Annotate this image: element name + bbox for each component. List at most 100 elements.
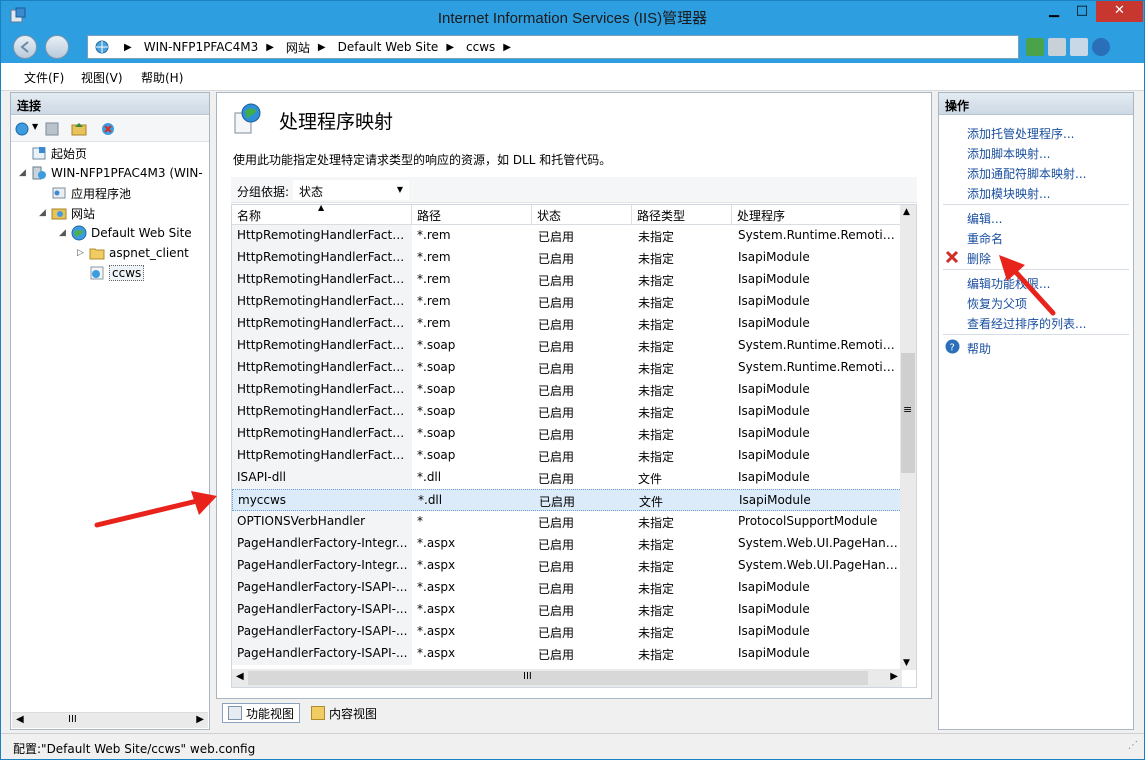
table-row[interactable]: ISAPI-dll *.dll 已启用 文件 IsapiModule — [232, 467, 902, 489]
table-row[interactable]: PageHandlerFactory-Integr... *.aspx 已启用 未指定… — [232, 533, 902, 555]
breadcrumb-item-site[interactable]: Default Web Site ▶ — [338, 40, 462, 54]
tab-content-view[interactable]: 内容视图 — [306, 703, 382, 723]
stop-icon[interactable] — [1048, 38, 1066, 56]
menu-view[interactable]: 视图(V) — [81, 69, 123, 86]
scroll-left-icon[interactable]: ◀ — [236, 671, 244, 682]
action-edit-feature-permissions[interactable]: 编辑功能权限... — [967, 275, 1050, 292]
grid-vscrollbar[interactable]: ▲ ≡ ▼ — [900, 205, 916, 670]
group-by-select[interactable]: 状态 ▼ — [293, 180, 409, 200]
back-button[interactable] — [13, 35, 37, 59]
expand-icon[interactable]: ▷ — [77, 248, 89, 258]
table-row[interactable]: HttpRemotingHandlerFacto... *.rem 已启用 未指定 Is… — [232, 291, 902, 313]
column-header-path[interactable]: 路径 — [412, 205, 532, 225]
tree-item-server[interactable]: ◢ WIN-NFP1PFAC4M3 (WIN- — [19, 163, 203, 183]
up-folder-icon[interactable] — [71, 121, 87, 137]
refresh-icon[interactable] — [1026, 38, 1044, 56]
tab-features-view[interactable]: 功能视图 — [222, 703, 301, 723]
tree-item-default-web-site[interactable]: ◢ Default Web Site — [59, 223, 192, 243]
grid-hscroll-thumb[interactable]: III — [248, 671, 868, 685]
table-row[interactable]: PageHandlerFactory-ISAPI-... *.aspx 已启用 未指定… — [232, 599, 902, 621]
column-header-path-type[interactable]: 路径类型 — [632, 205, 732, 225]
cell-handler: IsapiModule — [738, 602, 810, 616]
grid-hscrollbar[interactable]: ◀ III ▶ — [232, 669, 902, 687]
scroll-left-icon[interactable]: ◀ — [16, 714, 24, 725]
action-delete[interactable]: 删除 — [967, 250, 991, 267]
table-row[interactable]: HttpRemotingHandlerFacto... *.soap 已启用 未指定 I… — [232, 379, 902, 401]
help-icon[interactable] — [1092, 38, 1110, 56]
action-add-wildcard-script-map[interactable]: 添加通配符脚本映射... — [967, 165, 1086, 182]
tree-item-start-page[interactable]: 起始页 — [19, 143, 87, 163]
scroll-up-icon[interactable]: ▲ — [903, 207, 910, 217]
cell-name: PageHandlerFactory-ISAPI-... — [237, 646, 408, 660]
scroll-right-icon[interactable]: ▶ — [196, 714, 204, 725]
action-rename[interactable]: 重命名 — [967, 230, 1003, 247]
table-row[interactable]: HttpRemotingHandlerFacto... *.rem 已启用 未指定 Is… — [232, 247, 902, 269]
breadcrumb-item-server[interactable]: WIN-NFP1PFAC4M3 ▶ — [144, 40, 282, 54]
column-header-state[interactable]: 状态 — [532, 205, 632, 225]
menu-file[interactable]: 文件(F) — [24, 69, 64, 86]
scroll-down-icon[interactable]: ▼ — [903, 658, 910, 668]
connect-dropdown-icon[interactable]: ▼ — [32, 122, 38, 131]
action-edit[interactable]: 编辑... — [967, 210, 1002, 227]
scroll-grip[interactable]: III — [68, 714, 77, 725]
collapse-icon[interactable]: ◢ — [59, 228, 71, 238]
table-row[interactable]: HttpRemotingHandlerFacto... *.rem 已启用 未指定 Is… — [232, 313, 902, 335]
cell-state: 已启用 — [538, 230, 575, 244]
breadcrumb-item-sites[interactable]: 网站 ▶ — [286, 39, 334, 56]
cell-state: 已启用 — [538, 516, 575, 530]
tree-item-app-pools[interactable]: 应用程序池 — [39, 183, 131, 203]
minimize-button[interactable]: ▁ — [1041, 1, 1067, 22]
maximize-button[interactable]: □ — [1069, 1, 1095, 22]
grid-vscroll-thumb[interactable]: ≡ — [901, 353, 915, 473]
status-bar: 配置:"Default Web Site/ccws" web.config ⋰ — [1, 733, 1144, 759]
save-icon[interactable] — [44, 121, 60, 137]
disconnect-icon[interactable] — [100, 121, 116, 137]
table-row[interactable]: HttpRemotingHandlerFacto... *.rem 已启用 未指定 Sy… — [232, 225, 902, 247]
scroll-right-icon[interactable]: ▶ — [890, 671, 898, 682]
table-row[interactable]: HttpRemotingHandlerFacto... *.soap 已启用 未指定 S… — [232, 335, 902, 357]
close-button[interactable]: ✕ — [1096, 1, 1143, 22]
connect-globe-icon[interactable] — [14, 121, 30, 137]
breadcrumb-item-app[interactable]: ccws ▶ — [466, 40, 519, 54]
cell-handler: System.Runtime.Remoting.... — [738, 360, 901, 374]
connections-hscrollbar[interactable]: ◀ III ▶ — [12, 712, 208, 728]
menu-help[interactable]: 帮助(H) — [141, 69, 183, 86]
forward-button[interactable] — [45, 35, 69, 59]
column-header-name[interactable]: 名称 ▲ — [232, 205, 412, 225]
column-header-handler[interactable]: 处理程序 — [732, 205, 902, 225]
action-view-ordered-list[interactable]: 查看经过排序的列表... — [967, 315, 1086, 332]
home-icon[interactable] — [1070, 38, 1088, 56]
cell-handler: System.Web.UI.PageHandl... — [738, 536, 901, 550]
hscroll-grip: III — [523, 671, 532, 682]
action-help[interactable]: 帮助 — [967, 340, 991, 357]
action-add-managed-handler[interactable]: 添加托管处理程序... — [967, 125, 1074, 142]
table-row[interactable]: PageHandlerFactory-ISAPI-... *.aspx 已启用 未指定… — [232, 643, 902, 665]
table-row[interactable]: PageHandlerFactory-Integr... *.aspx 已启用 未指定… — [232, 555, 902, 577]
cell-handler: IsapiModule — [738, 470, 810, 484]
table-row[interactable]: HttpRemotingHandlerFacto... *.soap 已启用 未指定 I… — [232, 445, 902, 467]
cell-state: 已启用 — [538, 384, 575, 398]
tree-item-aspnet-client[interactable]: ▷ aspnet_client — [77, 243, 189, 263]
cell-handler: IsapiModule — [738, 382, 810, 396]
table-row[interactable]: OPTIONSVerbHandler * 已启用 未指定 ProtocolSupport… — [232, 511, 902, 533]
collapse-icon[interactable]: ◢ — [39, 208, 51, 218]
action-add-module-mapping[interactable]: 添加模块映射... — [967, 185, 1050, 202]
table-row[interactable]: HttpRemotingHandlerFacto... *.soap 已启用 未指定 S… — [232, 357, 902, 379]
collapse-icon[interactable]: ◢ — [19, 168, 31, 178]
table-row[interactable]: myccws *.dll 已启用 文件 IsapiModule — [232, 489, 902, 511]
table-row[interactable]: PageHandlerFactory-ISAPI-... *.aspx 已启用 未指定… — [232, 577, 902, 599]
breadcrumb[interactable]: ▶ WIN-NFP1PFAC4M3 ▶ 网站 ▶ Default Web Site ▶… — [87, 35, 1019, 59]
resize-grip-icon[interactable]: ⋰ — [1128, 740, 1138, 751]
table-row[interactable]: HttpRemotingHandlerFacto... *.soap 已启用 未指定 I… — [232, 423, 902, 445]
cell-handler: IsapiModule — [738, 316, 810, 330]
tree-item-sites[interactable]: ◢ 网站 — [39, 203, 95, 223]
table-row[interactable]: PageHandlerFactory-ISAPI-... *.aspx 已启用 未指定… — [232, 621, 902, 643]
action-revert-to-parent[interactable]: 恢复为父项 — [967, 295, 1027, 312]
cell-state: 已启用 — [539, 495, 576, 509]
tree-item-ccws[interactable]: ccws — [77, 263, 145, 283]
cell-state: 已启用 — [538, 648, 575, 662]
table-row[interactable]: HttpRemotingHandlerFacto... *.soap 已启用 未指定 I… — [232, 401, 902, 423]
table-row[interactable]: HttpRemotingHandlerFacto... *.rem 已启用 未指定 Is… — [232, 269, 902, 291]
page-description: 使用此功能指定处理特定请求类型的响应的资源，如 DLL 和托管代码。 — [233, 153, 612, 167]
action-add-script-map[interactable]: 添加脚本映射... — [967, 145, 1050, 162]
